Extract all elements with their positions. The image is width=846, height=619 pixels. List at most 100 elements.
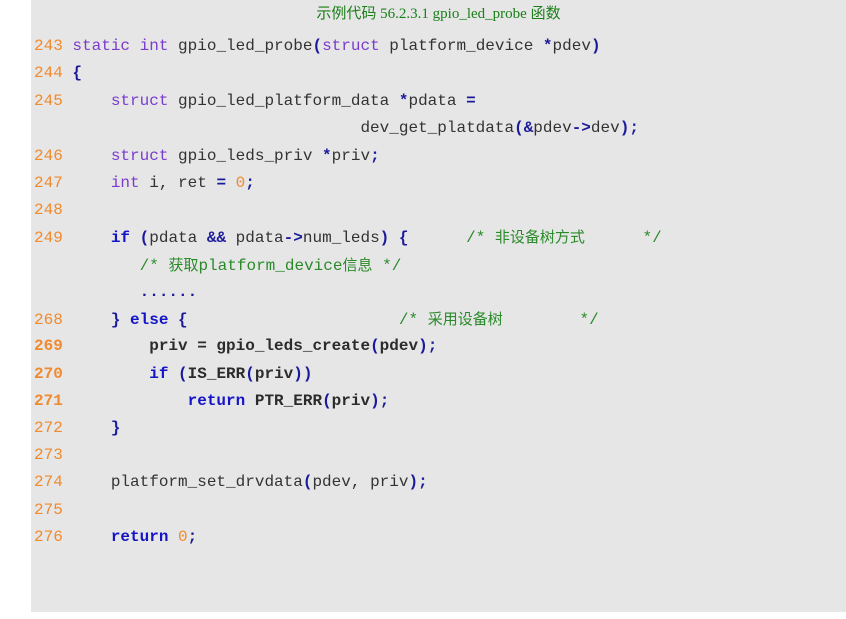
line-number: 249	[34, 229, 73, 247]
code-line: 270 if (IS_ERR(priv))	[34, 363, 312, 385]
code-token: priv	[331, 392, 371, 410]
code-token: )	[619, 119, 630, 137]
code-token: dev_get_platdata	[72, 119, 515, 137]
code-token: if	[149, 365, 169, 383]
code-token: */	[502, 311, 599, 329]
code-token: gpio_led_platform_data	[168, 92, 399, 110]
code-token: ;	[629, 119, 639, 137]
code-token: int	[110, 174, 140, 192]
code-line: dev_get_platdata(&pdev->dev);	[34, 117, 639, 139]
code-line: 247 int i, ret = 0;	[34, 172, 255, 194]
code-line: 276 return 0;	[34, 526, 197, 548]
code-token: int	[139, 37, 169, 55]
code-token: struct	[322, 37, 380, 55]
code-token: pdev, priv	[312, 473, 409, 491]
code-token: (	[178, 365, 188, 383]
code-token: /*	[466, 229, 495, 247]
code-line: 249 if (pdata && pdata->num_leds) { /* 非…	[34, 226, 662, 248]
line-number: 244	[34, 64, 73, 82]
code-token: ;	[427, 337, 438, 355]
code-token: ......	[139, 283, 198, 301]
code-line: 243 static int gpio_led_probe(struct pla…	[34, 35, 601, 57]
code-token: /*	[139, 257, 169, 275]
code-token: =	[216, 174, 227, 192]
code-token: ))	[293, 365, 313, 383]
code-token: dev	[590, 119, 620, 137]
code-line: 268 } else { /* 采用设备树 */	[34, 308, 599, 330]
line-number: 243	[34, 37, 73, 55]
code-token: gpio_led_probe	[168, 37, 313, 55]
code-token: {	[178, 311, 188, 329]
code-token: ->	[571, 119, 591, 137]
code-token: }	[110, 311, 121, 329]
code-token: (	[370, 337, 380, 355]
code-token: PTR_ERR	[254, 392, 323, 410]
code-token: 信息	[342, 256, 373, 274]
code-token: (	[514, 119, 524, 137]
code-token: pdata	[408, 92, 467, 110]
code-token: */	[584, 229, 662, 247]
code-token: 获取	[168, 256, 199, 274]
line-number: 274	[34, 473, 73, 491]
code-listing: 示例代码 56.2.3.1 gpio_led_probe 函数 243 stat…	[31, 0, 846, 612]
code-token: (	[312, 37, 323, 55]
code-token: num_leds	[302, 229, 380, 247]
code-token: )	[408, 473, 419, 491]
code-token: {	[398, 229, 409, 247]
code-line: 274 platform_set_drvdata(pdev, priv);	[34, 471, 428, 493]
code-token: priv = gpio_leds_create	[149, 337, 371, 355]
line-number: 275	[34, 501, 73, 519]
code-token: priv	[331, 147, 371, 165]
code-token: return	[187, 392, 246, 410]
code-token: &&	[206, 229, 227, 247]
code-token: ;	[418, 473, 428, 491]
line-number: 245	[34, 92, 73, 110]
code-line: 248	[34, 199, 72, 221]
code-token: platform_device	[379, 37, 543, 55]
line-number: 268	[34, 311, 73, 329]
code-token: /*	[398, 311, 428, 329]
code-token: pdev	[533, 119, 572, 137]
code-line: 269 priv = gpio_leds_create(pdev);	[34, 335, 437, 357]
line-number: 270	[34, 365, 73, 383]
code-token: pdata	[226, 229, 284, 247]
code-token: struct	[110, 147, 169, 165]
code-token: if	[110, 229, 131, 247]
line-number	[34, 257, 72, 275]
code-token: *	[322, 147, 332, 165]
line-number: 248	[34, 201, 73, 219]
code-token: )	[379, 229, 390, 247]
code-line: 246 struct gpio_leds_priv *priv;	[34, 145, 380, 167]
line-number	[34, 283, 72, 301]
code-token: )	[418, 337, 428, 355]
code-token: else	[130, 311, 169, 329]
code-caption: 示例代码 56.2.3.1 gpio_led_probe 函数	[316, 6, 561, 22]
code-token: (	[245, 365, 255, 383]
code-line: 273	[34, 444, 72, 466]
code-token: IS_ERR	[187, 365, 246, 383]
code-line: 272 }	[34, 417, 120, 439]
code-token: ;	[245, 174, 255, 192]
code-token: platform_set_drvdata	[72, 473, 303, 491]
code-token: gpio_leds_priv	[168, 147, 323, 165]
code-line: 271 return PTR_ERR(priv);	[34, 390, 389, 412]
code-token: )	[590, 37, 601, 55]
code-line: 275	[34, 499, 72, 521]
code-token: pdev	[379, 337, 419, 355]
